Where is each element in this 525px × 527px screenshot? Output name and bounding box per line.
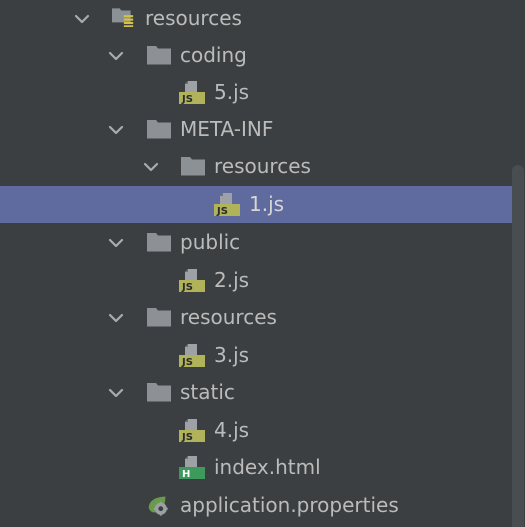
tree-item-label: index.html [214, 455, 321, 479]
tree-item-label: coding [180, 43, 247, 67]
tree-item-3-js[interactable]: JS 3.js [0, 337, 512, 374]
tree-item-label: resources [214, 154, 311, 178]
tree-item-label: resources [180, 305, 277, 329]
js-file-icon: JS [179, 344, 205, 368]
tree-item-resources[interactable]: resources [0, 299, 512, 336]
tree-item-1-js[interactable]: JS 1.js [0, 186, 512, 223]
tree-item-label: resources [145, 6, 242, 30]
tree-item-label: 1.js [249, 192, 285, 216]
tree-item-label: 2.js [214, 268, 250, 292]
folder-icon [147, 233, 171, 252]
tree-item-label: 5.js [214, 80, 250, 104]
js-file-icon: JS [179, 269, 205, 293]
tree-item-coding[interactable]: coding [0, 37, 512, 74]
tree-item-static[interactable]: static [0, 374, 512, 411]
svg-text:JS: JS [181, 432, 193, 443]
chevron-down-icon[interactable] [72, 9, 92, 29]
project-tree: resources coding JS 5.js META-INF resour… [0, 0, 525, 527]
svg-text:JS: JS [181, 357, 193, 368]
tree-item-label: static [180, 380, 235, 404]
tree-item-label: META-INF [180, 117, 274, 141]
svg-text:H: H [182, 469, 190, 480]
tree-item-public[interactable]: public [0, 224, 512, 261]
tree-item-5-js[interactable]: JS 5.js [0, 74, 512, 111]
tree-item-label: 3.js [214, 343, 250, 367]
chevron-down-icon[interactable] [106, 383, 126, 403]
tree-item-label: application.properties [180, 493, 399, 517]
chevron-down-icon[interactable] [106, 46, 126, 66]
resources-folder-icon [112, 8, 134, 27]
folder-icon [181, 157, 205, 176]
folder-icon [147, 120, 171, 139]
js-file-icon: JS [179, 419, 205, 443]
html-file-icon: H [179, 456, 205, 480]
chevron-down-icon[interactable] [106, 120, 126, 140]
folder-icon [147, 46, 171, 65]
folder-icon [147, 308, 171, 327]
svg-text:JS: JS [181, 282, 193, 293]
folder-icon [147, 383, 171, 402]
chevron-down-icon[interactable] [106, 233, 126, 253]
js-file-icon: JS [214, 193, 240, 217]
tree-item-index-html[interactable]: H index.html [0, 449, 512, 486]
svg-text:JS: JS [216, 206, 228, 217]
chevron-down-icon[interactable] [141, 157, 161, 177]
svg-text:JS: JS [181, 94, 193, 105]
spring-properties-icon [148, 496, 168, 516]
tree-item-label: 4.js [214, 418, 250, 442]
vertical-scrollbar[interactable] [512, 165, 524, 527]
tree-item-resources-root[interactable]: resources [0, 0, 512, 37]
tree-item-meta-inf-resources[interactable]: resources [0, 148, 512, 185]
tree-item-label: public [180, 230, 241, 254]
tree-item-2-js[interactable]: JS 2.js [0, 262, 512, 299]
chevron-down-icon[interactable] [106, 308, 126, 328]
tree-item-4-js[interactable]: JS 4.js [0, 412, 512, 449]
tree-item-meta-inf[interactable]: META-INF [0, 111, 512, 148]
tree-item-application-properties[interactable]: application.properties [0, 487, 512, 524]
js-file-icon: JS [179, 81, 205, 105]
